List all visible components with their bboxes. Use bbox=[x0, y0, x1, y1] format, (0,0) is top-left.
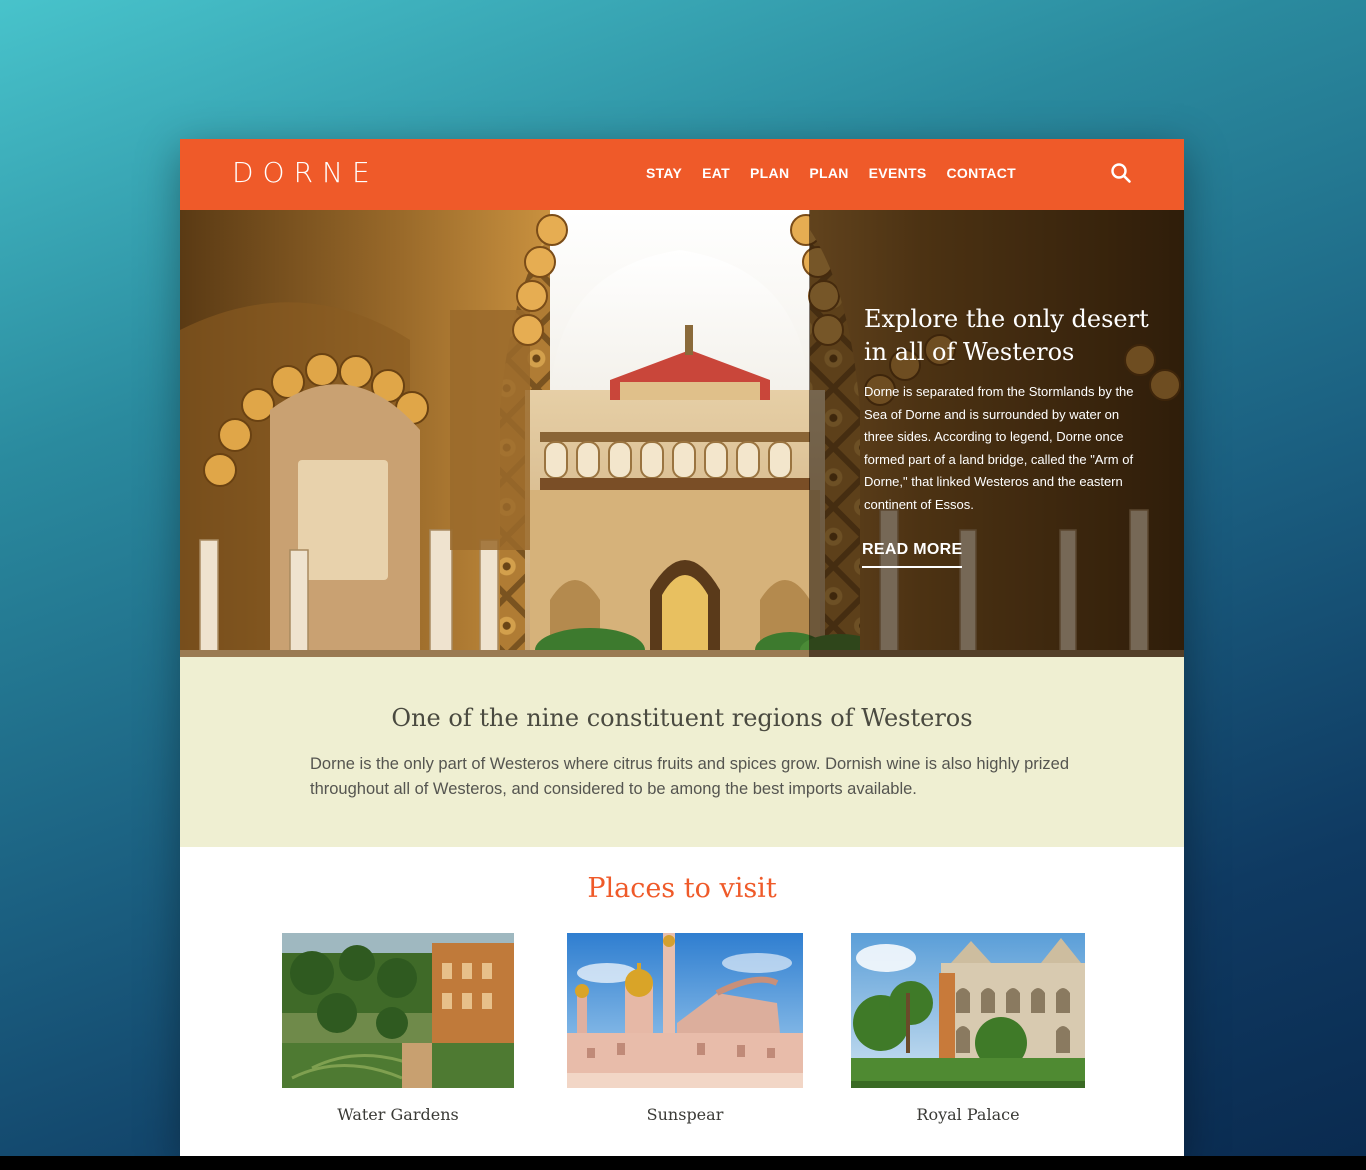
nav-item-eat[interactable]: EAT bbox=[702, 163, 730, 183]
royal-palace-image bbox=[851, 933, 1085, 1088]
website-mockup: DORNE STAY EAT PLAN PLAN EVENTS CONTACT bbox=[180, 139, 1184, 1156]
sunspear-image bbox=[567, 933, 803, 1088]
intro-section: One of the nine constituent regions of W… bbox=[180, 657, 1184, 847]
intro-description: Dorne is the only part of Westeros where… bbox=[310, 755, 1070, 798]
place-label-water-gardens: Water Gardens bbox=[337, 1105, 459, 1124]
place-label-sunspear: Sunspear bbox=[646, 1105, 724, 1124]
nav-item-plan-2[interactable]: PLAN bbox=[809, 163, 848, 183]
nav-item-events[interactable]: EVENTS bbox=[869, 163, 927, 183]
nav-item-stay[interactable]: STAY bbox=[646, 163, 682, 183]
nav-item-contact[interactable]: CONTACT bbox=[947, 163, 1017, 183]
read-more-link[interactable]: READ MORE bbox=[862, 541, 963, 568]
intro-title: One of the nine constituent regions of W… bbox=[391, 704, 973, 732]
main-nav: STAY EAT PLAN PLAN EVENTS CONTACT bbox=[646, 163, 1016, 183]
search-icon[interactable] bbox=[1110, 162, 1132, 184]
place-card-sunspear[interactable]: Sunspear bbox=[567, 933, 803, 1126]
place-card-royal-palace[interactable]: Royal Palace bbox=[851, 933, 1085, 1126]
bottom-edge-bar bbox=[0, 1156, 1366, 1170]
site-header: DORNE STAY EAT PLAN PLAN EVENTS CONTACT bbox=[180, 139, 1184, 210]
water-gardens-image bbox=[282, 933, 514, 1088]
place-card-water-gardens[interactable]: Water Gardens bbox=[282, 933, 514, 1126]
place-label-royal-palace: Royal Palace bbox=[916, 1105, 1020, 1124]
nav-item-plan[interactable]: PLAN bbox=[750, 163, 789, 183]
places-title: Places to visit bbox=[587, 873, 777, 904]
hero-description: Dorne is separated from the Stormlands b… bbox=[864, 384, 1134, 512]
site-logo[interactable]: DORNE bbox=[232, 155, 379, 191]
hero-title: Explore the only desert in all of Wester… bbox=[864, 305, 1149, 366]
